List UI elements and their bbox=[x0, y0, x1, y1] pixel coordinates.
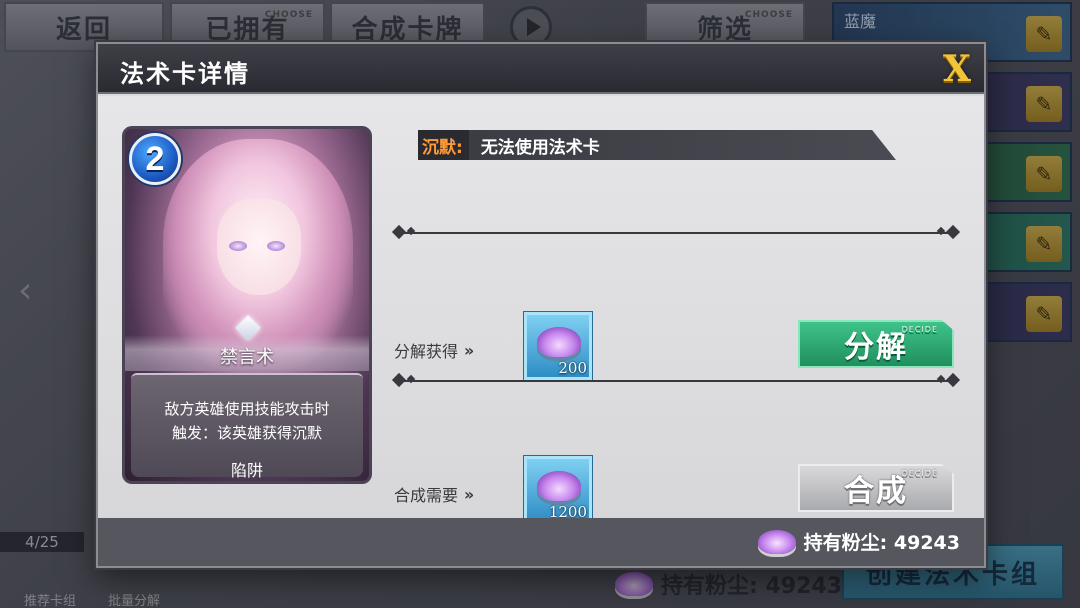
dust-counter: 持有粉尘: 49243 bbox=[757, 528, 960, 555]
decompose-button-label: 分解 bbox=[844, 330, 908, 365]
decompose-reward-label: 分解获得 ›› bbox=[394, 338, 474, 362]
compose-button[interactable]: 合成 DECIDE bbox=[798, 464, 954, 512]
card-description: 敌方英雄使用技能攻击时 触发：该英雄获得沉默 bbox=[131, 397, 363, 445]
decompose-dust-item: 200 bbox=[524, 312, 592, 380]
card-type: 陷阱 bbox=[230, 461, 263, 480]
compose-button-label: 合成 bbox=[844, 474, 908, 509]
decide-tag: DECIDE bbox=[901, 325, 938, 334]
keyword-name: 沉默: bbox=[418, 130, 469, 160]
card-artwork-eye bbox=[267, 241, 285, 251]
mana-cost-icon: 2 bbox=[129, 133, 181, 185]
compose-cost-label: 合成需要 ›› bbox=[394, 482, 474, 506]
decompose-amount: 200 bbox=[558, 359, 587, 377]
dust-icon bbox=[537, 471, 581, 501]
spell-card-detail-modal: 法术卡详情 X 2 禁言术 敌方英雄使用技能攻击时 触发：该英雄获得沉默 陷阱 … bbox=[96, 42, 986, 568]
card-artwork-eye bbox=[229, 241, 247, 251]
modal-footer: 持有粉尘: 49243 bbox=[98, 518, 984, 566]
double-chevron-right-icon: ›› bbox=[464, 484, 474, 504]
double-chevron-right-icon: ›› bbox=[464, 340, 474, 360]
close-icon[interactable]: X bbox=[938, 48, 976, 90]
modal-body: 2 禁言术 敌方英雄使用技能攻击时 触发：该英雄获得沉默 陷阱 沉默: 无法使用… bbox=[98, 96, 984, 524]
card-description-line-1: 敌方英雄使用技能攻击时 bbox=[164, 400, 330, 418]
dust-icon bbox=[537, 327, 581, 357]
card-description-line-2: 触发：该英雄获得沉默 bbox=[171, 424, 322, 442]
keyword-bar: 沉默: 无法使用法术卡 bbox=[418, 130, 896, 160]
modal-title: 法术卡详情 bbox=[120, 60, 250, 88]
keyword-description: 无法使用法术卡 bbox=[480, 137, 600, 158]
divider bbox=[398, 374, 954, 384]
divider bbox=[398, 226, 954, 236]
modal-header: 法术卡详情 X bbox=[98, 44, 984, 94]
decide-tag: DECIDE bbox=[901, 469, 938, 478]
decompose-button[interactable]: 分解 DECIDE bbox=[798, 320, 954, 368]
compose-label: 合成需要 bbox=[394, 486, 459, 505]
card-description-box: 敌方英雄使用技能攻击时 触发：该英雄获得沉默 陷阱 bbox=[131, 373, 363, 480]
dust-counter-label: 持有粉尘: 49243 bbox=[803, 532, 960, 554]
compose-dust-item: 1200 bbox=[524, 456, 592, 524]
decompose-label: 分解获得 bbox=[394, 342, 459, 361]
card-name: 禁言术 bbox=[220, 347, 274, 368]
dust-icon bbox=[757, 529, 796, 554]
spell-card: 2 禁言术 敌方英雄使用技能攻击时 触发：该英雄获得沉默 陷阱 bbox=[122, 126, 372, 484]
